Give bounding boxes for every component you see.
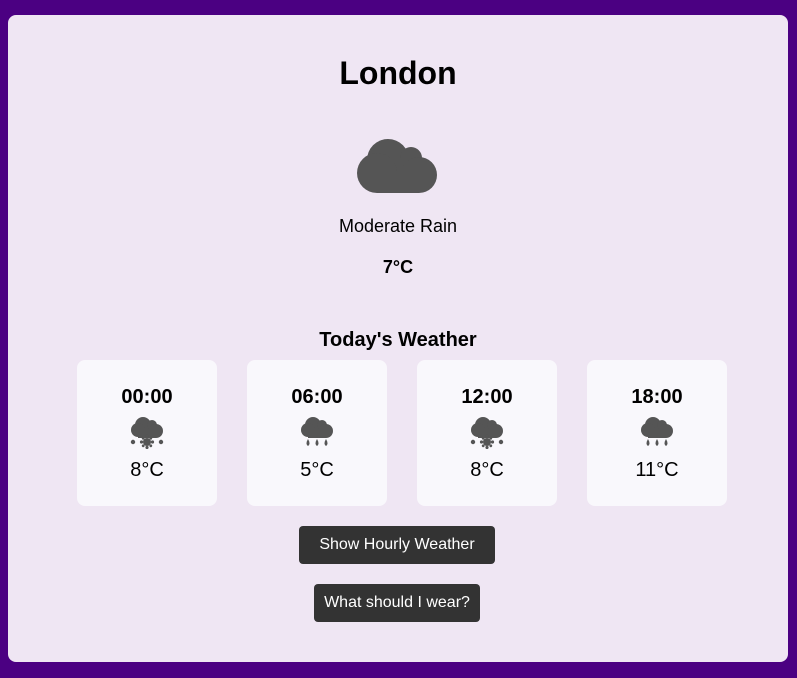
forecast-time: 00:00: [121, 386, 173, 408]
city-name: London: [339, 55, 457, 91]
what-to-wear-button[interactable]: What should I wear?: [314, 584, 480, 622]
forecast-time: 12:00: [461, 386, 513, 408]
forecast-temperature: 8°C: [470, 459, 504, 481]
forecast-time: 06:00: [291, 386, 343, 408]
show-hourly-weather-button[interactable]: Show Hourly Weather: [299, 526, 495, 564]
current-temperature: 7°C: [382, 257, 414, 277]
forecast-tile: 18:00 11°C: [587, 360, 727, 506]
forecast-temperature: 5°C: [300, 459, 334, 481]
forecast-tile: 12:00 8°C: [417, 360, 557, 506]
today-weather-heading: Today's Weather: [319, 329, 477, 351]
snow-cloud-icon: [130, 417, 164, 449]
weather-card: London Moderate Rain 7°C Today's Weather…: [8, 15, 788, 662]
snow-cloud-icon: [470, 417, 504, 449]
rain-cloud-icon: [301, 417, 333, 446]
forecast-tile: 00:00 8°C: [77, 360, 217, 506]
forecast-tile: 06:00 5°C: [247, 360, 387, 506]
forecast-time: 18:00: [631, 386, 683, 408]
forecast-temperature: 8°C: [130, 459, 164, 481]
cloud-icon: [357, 139, 437, 193]
forecast-temperature: 11°C: [635, 459, 679, 481]
weather-condition: Moderate Rain: [338, 216, 458, 236]
rain-cloud-icon: [641, 417, 673, 446]
